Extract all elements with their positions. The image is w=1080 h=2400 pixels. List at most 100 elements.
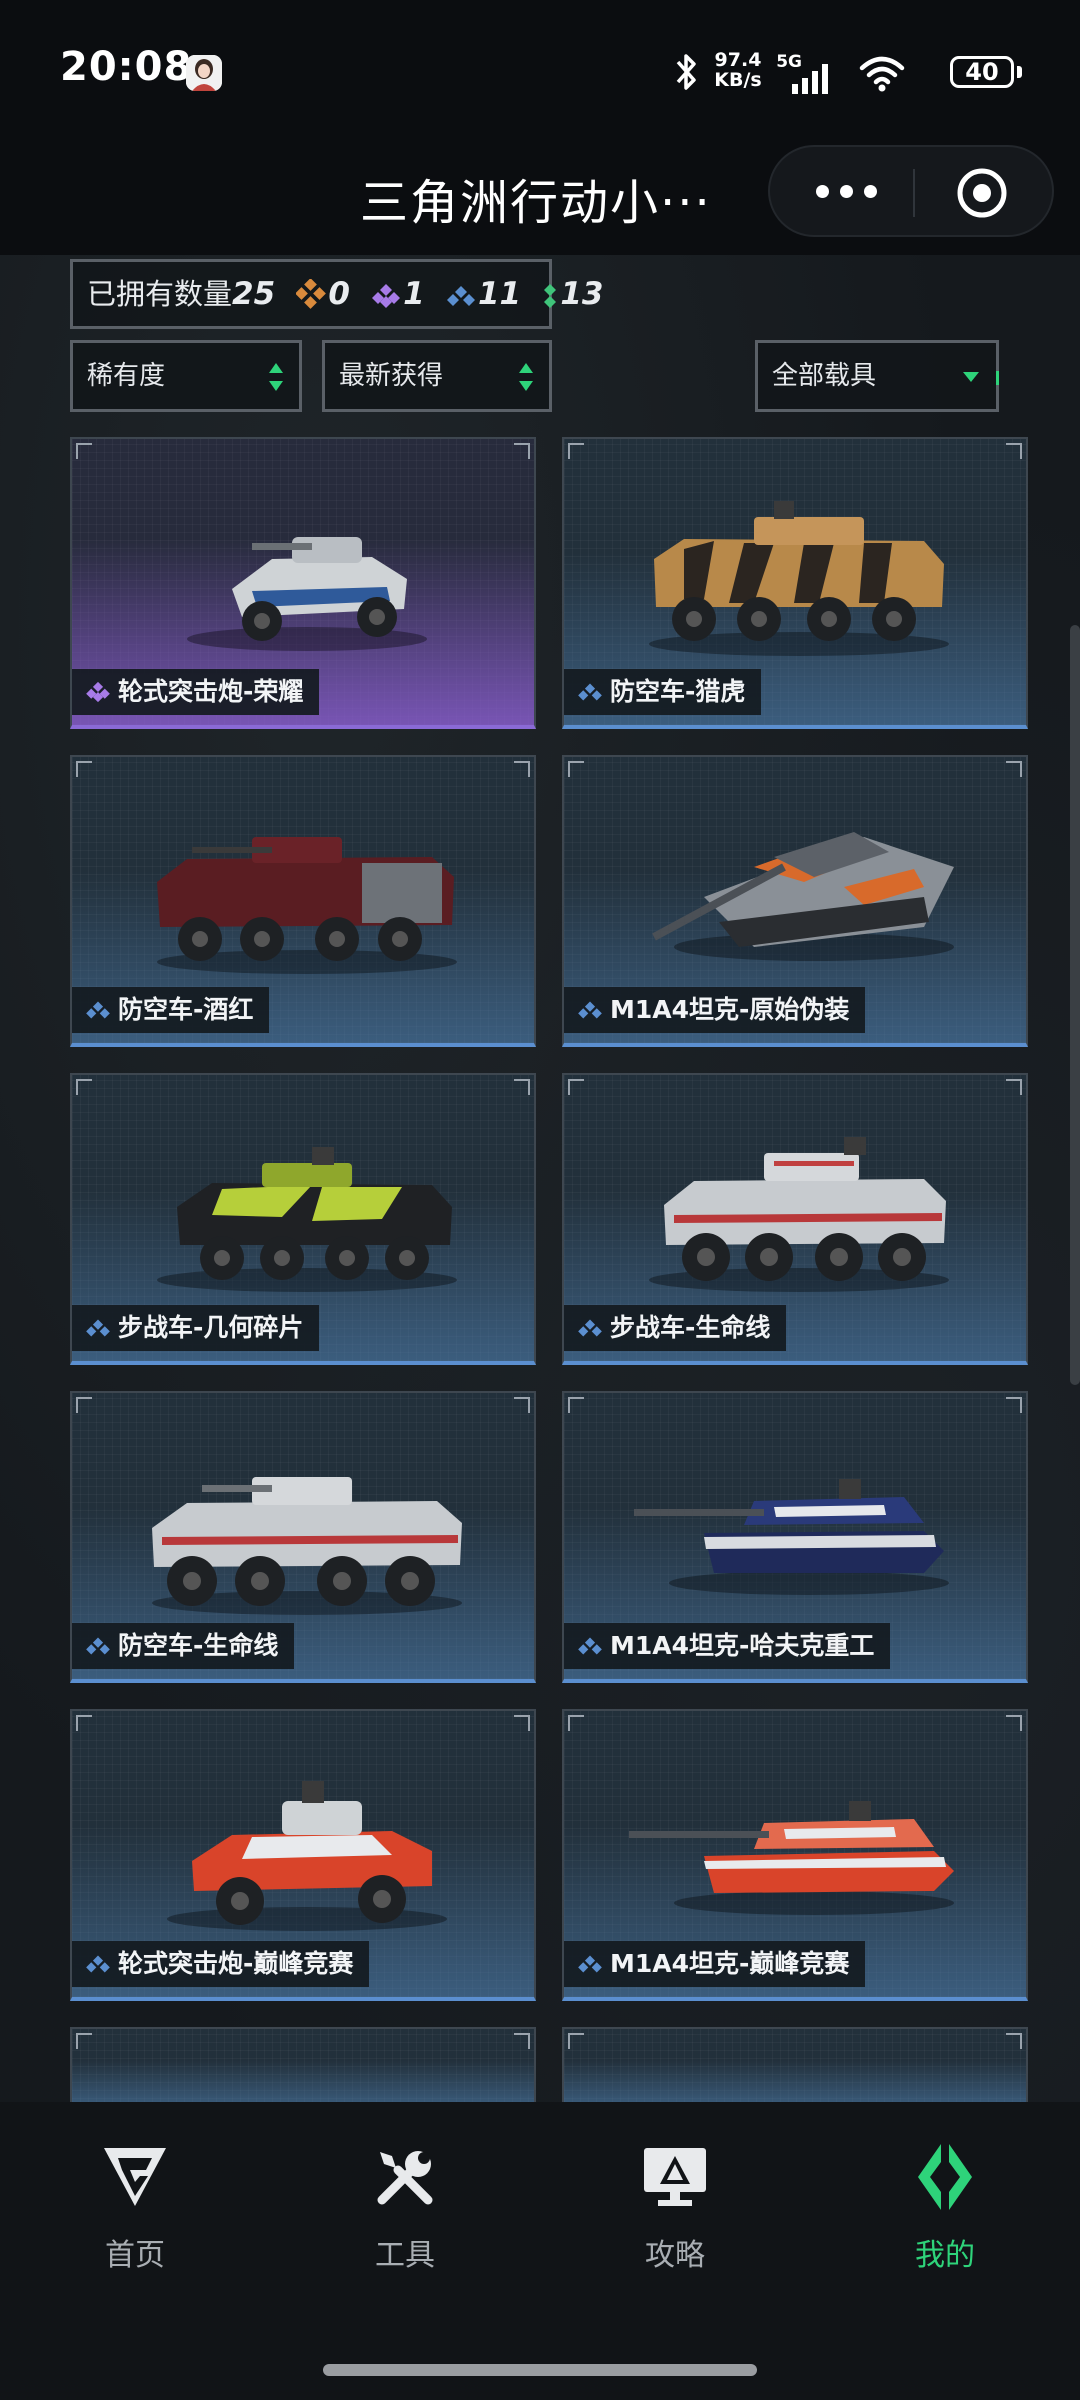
home-indicator[interactable] <box>323 2364 757 2376</box>
vehicle-collection-list[interactable]: 已拥有数量25 0 1 11 13 稀有度 最新获得 全部载具 轮式突击炮-荣耀… <box>0 255 1080 2102</box>
card-corner <box>568 1715 584 1731</box>
card-corner <box>514 443 530 459</box>
vehicle-card[interactable]: 防空车-酒红 <box>70 755 536 1047</box>
wheeled-assault-gun-image <box>187 537 427 651</box>
nav-mine[interactable]: 我的 <box>870 2142 1020 2274</box>
owned-summary: 已拥有数量25 0 1 11 13 <box>70 259 603 329</box>
rarity-sort-dropdown[interactable]: 稀有度 <box>70 340 302 412</box>
card-corner <box>76 761 92 777</box>
scrollbar[interactable] <box>1070 625 1080 1385</box>
vehicle-card[interactable]: 防空车-生命线 <box>70 1391 536 1683</box>
blue-rarity-icon <box>86 1955 110 1973</box>
rarity-sort-label: 稀有度 <box>87 361 166 391</box>
net-speed: 97.4 KB/s <box>714 49 762 91</box>
home-logo-icon <box>104 2148 166 2206</box>
acquired-sort-dropdown[interactable]: 最新获得 <box>322 340 552 412</box>
tank-image <box>634 1479 949 1595</box>
blue-rarity-icon <box>578 683 602 701</box>
vehicle-type-label: 全部载具 <box>772 361 877 391</box>
anti-air-vehicle-image <box>649 501 949 656</box>
card-corner <box>514 761 530 777</box>
vehicle-name-label: M1A4坦克-原始伪装 <box>564 987 866 1033</box>
vehicle-type-dropdown[interactable]: 全部载具 <box>755 340 999 412</box>
card-corner <box>76 1715 92 1731</box>
vehicle-card[interactable]: M1A4坦克-哈夫克重工 <box>562 1391 1028 1683</box>
blue-rarity-count: 11 <box>446 262 521 326</box>
card-corner <box>76 1397 92 1413</box>
tools-icon <box>377 2151 433 2205</box>
wheeled-assault-gun-image <box>167 1781 447 1931</box>
vehicle-card[interactable] <box>70 2027 536 2102</box>
infantry-fighting-vehicle-image <box>649 1137 949 1292</box>
chevron-down-icon <box>963 372 979 382</box>
nav-tools[interactable]: 工具 <box>330 2142 480 2274</box>
gold-rarity-icon <box>295 278 327 309</box>
vehicle-name-label: 防空车-酒红 <box>72 987 270 1033</box>
card-corner <box>76 2033 92 2049</box>
purple-rarity-icon <box>372 284 401 308</box>
card-corner <box>1006 1397 1022 1413</box>
vehicle-name-label: 步战车-生命线 <box>564 1305 787 1351</box>
green-rarity-icon <box>544 284 557 308</box>
purple-rarity-icon <box>86 681 110 703</box>
blue-rarity-icon <box>86 1001 110 1019</box>
vehicle-card[interactable] <box>562 2027 1028 2102</box>
blue-rarity-icon <box>578 1319 602 1337</box>
vehicle-name-label: 防空车-猎虎 <box>564 669 762 715</box>
blue-rarity-icon <box>86 1637 110 1655</box>
tank-image <box>629 1801 954 1915</box>
mine-logo-icon <box>918 2144 972 2210</box>
card-corner <box>1006 2033 1022 2049</box>
gold-rarity-count: 0 <box>295 262 350 326</box>
blue-rarity-icon <box>446 286 475 306</box>
vehicle-card[interactable]: 防空车-猎虎 <box>562 437 1028 729</box>
card-corner <box>568 1397 584 1413</box>
dropdown-edge-accent <box>996 371 999 385</box>
close-mini-program-icon[interactable] <box>956 167 1008 219</box>
vehicle-card[interactable]: 步战车-几何碎片 <box>70 1073 536 1365</box>
nav-guide[interactable]: 攻略 <box>600 2142 750 2274</box>
more-menu-button[interactable] <box>812 179 882 205</box>
card-corner <box>568 1079 584 1095</box>
tank-image <box>652 832 954 961</box>
vehicle-name-label: 步战车-几何碎片 <box>72 1305 320 1351</box>
card-corner <box>514 1715 530 1731</box>
sort-arrows-icon <box>519 363 533 391</box>
purple-rarity-count: 1 <box>371 262 425 326</box>
anti-air-vehicle-image <box>157 837 457 974</box>
vehicle-card[interactable]: 步战车-生命线 <box>562 1073 1028 1365</box>
mini-program-capsule <box>768 145 1054 237</box>
owned-label: 已拥有数量 <box>87 277 233 311</box>
vehicle-card[interactable]: 轮式突击炮-巅峰竞赛 <box>70 1709 536 2001</box>
vehicle-card[interactable]: M1A4坦克-巅峰竞赛 <box>562 1709 1028 2001</box>
blue-rarity-icon <box>86 1319 110 1337</box>
vehicle-card[interactable]: 轮式突击炮-荣耀 <box>70 437 536 729</box>
green-rarity-count: 13 <box>542 262 603 326</box>
vehicle-card[interactable]: M1A4坦克-原始伪装 <box>562 755 1028 1047</box>
bluetooth-icon <box>676 54 696 90</box>
card-corner <box>514 2033 530 2049</box>
avatar <box>186 55 222 91</box>
card-corner <box>1006 443 1022 459</box>
card-corner <box>514 1079 530 1095</box>
vehicle-name-label: 轮式突击炮-巅峰竞赛 <box>72 1941 370 1987</box>
sort-arrows-icon <box>269 363 283 391</box>
card-corner <box>514 1397 530 1413</box>
title-bar: 三角洲行动小··· <box>0 145 1080 255</box>
capsule-divider <box>913 169 915 217</box>
nav-home[interactable]: 首页 <box>60 2142 210 2274</box>
blue-rarity-icon <box>578 1955 602 1973</box>
blue-rarity-icon <box>578 1001 602 1019</box>
card-corner <box>1006 1715 1022 1731</box>
vehicle-name-label: M1A4坦克-巅峰竞赛 <box>564 1941 866 1987</box>
card-corner <box>76 1079 92 1095</box>
wifi-icon <box>859 56 905 92</box>
status-bar: 20:08 97.4 KB/s 5G 40 <box>0 0 1080 145</box>
page-title: 三角洲行动小··· <box>360 175 712 231</box>
signal-icon <box>792 64 828 94</box>
card-corner <box>1006 1079 1022 1095</box>
owned-count: 25 <box>232 276 276 312</box>
infantry-fighting-vehicle-image <box>157 1147 457 1292</box>
card-corner <box>568 2033 584 2049</box>
status-time: 20:08 <box>60 44 193 90</box>
